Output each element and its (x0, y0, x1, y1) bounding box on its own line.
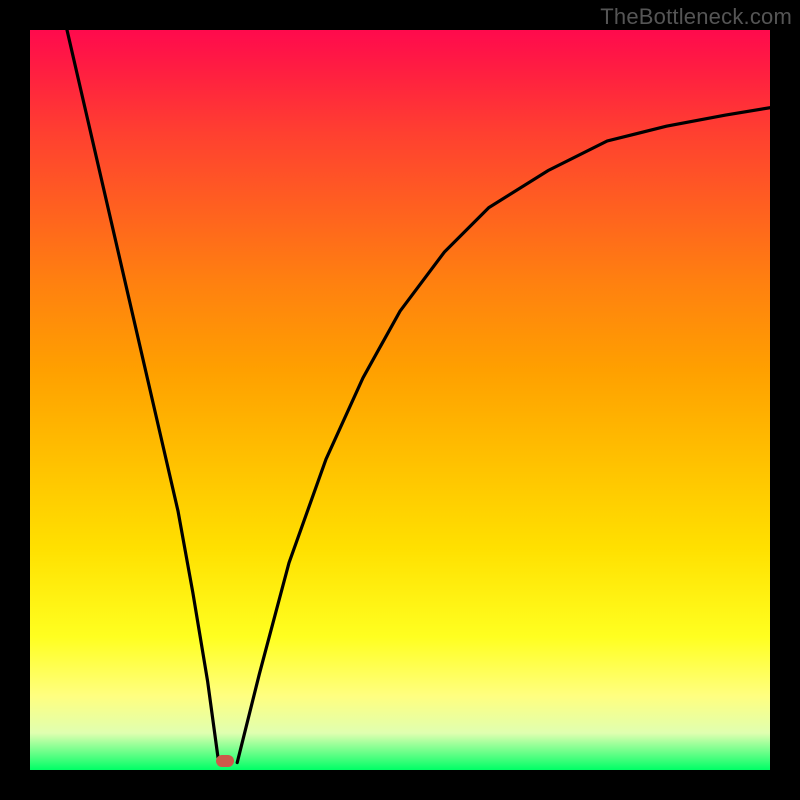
optimum-marker (216, 755, 234, 767)
plot-area (30, 30, 770, 770)
watermark-label: TheBottleneck.com (600, 4, 792, 30)
chart-frame: TheBottleneck.com (0, 0, 800, 800)
bottleneck-curve (30, 30, 770, 770)
